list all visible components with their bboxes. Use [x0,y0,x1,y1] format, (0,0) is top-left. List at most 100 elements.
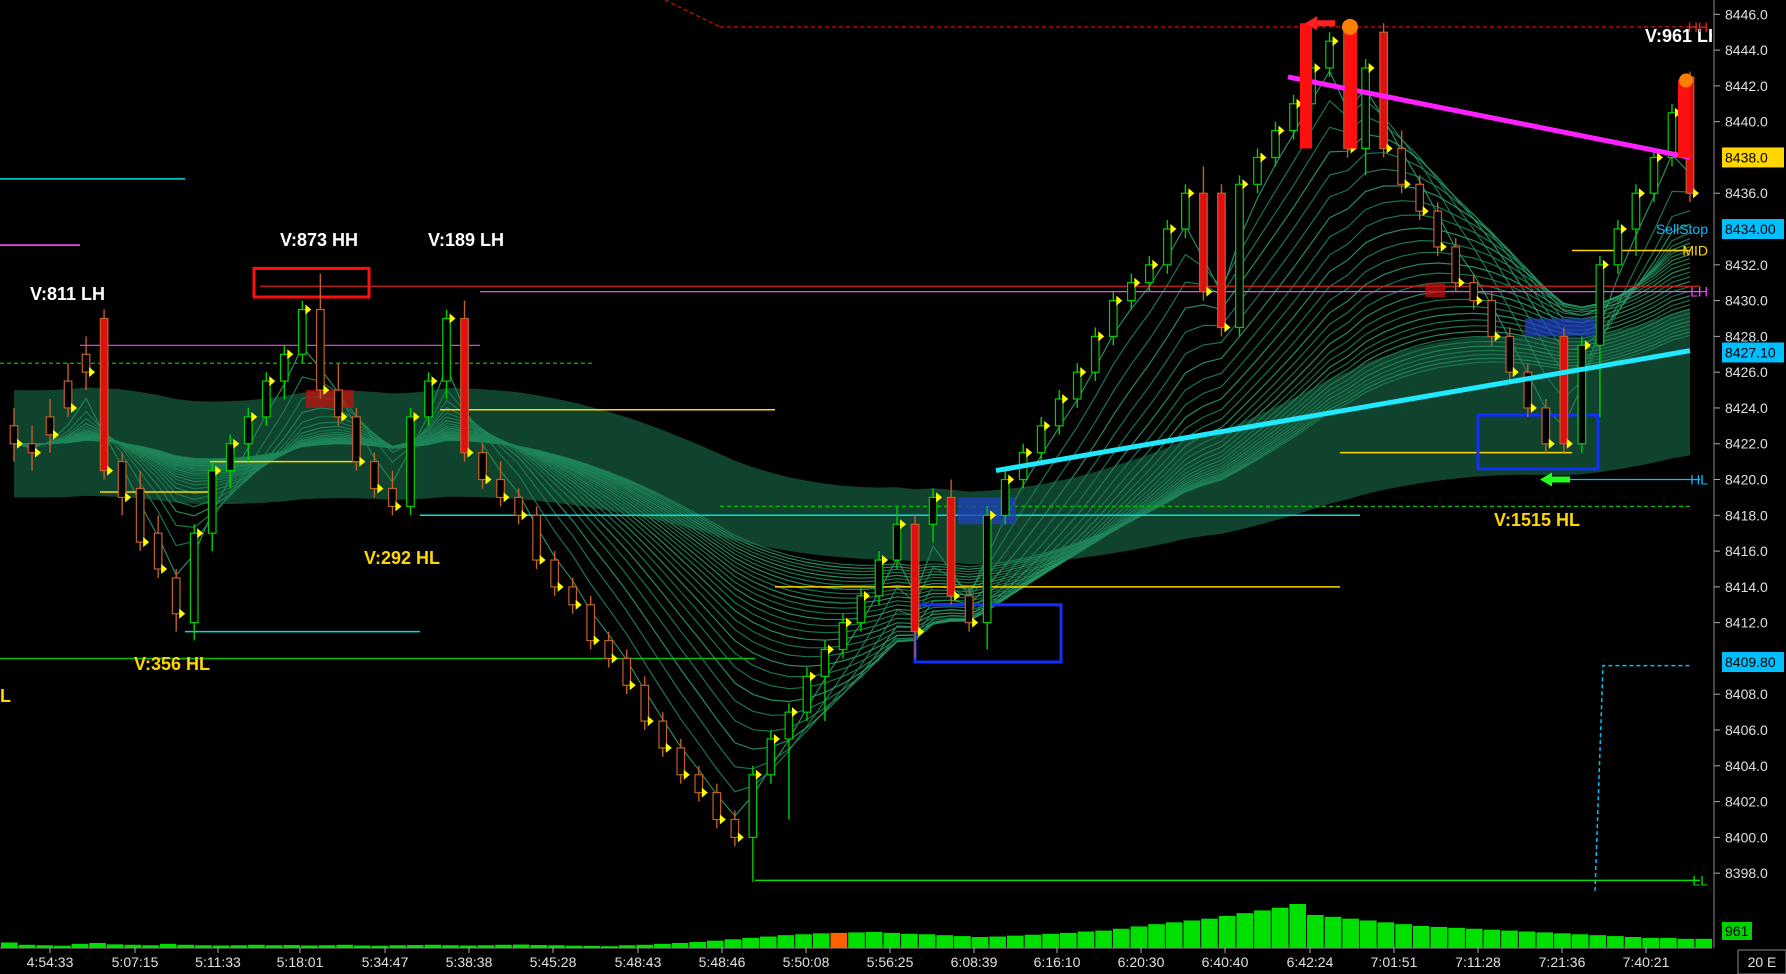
y-tick-label: 8418.0 [1725,507,1768,523]
candle-body [1361,67,1370,150]
candle-body [261,380,271,418]
volume-bar [1518,931,1536,948]
volume-bar [1536,932,1554,948]
x-tick-label: 5:56:25 [867,954,914,970]
candle-body [189,532,199,624]
volume-bar [1571,934,1589,948]
volume-bar [759,936,777,948]
volume-bar [936,935,954,948]
candle-body [135,487,145,543]
volume-bar [1024,934,1042,948]
candle-body [279,353,289,382]
time-axis[interactable]: 4:54:33 5:07:15 5:11:33 5:18:01 5:34:47 5:38:… [0,947,1712,974]
candle-body [514,496,523,516]
volume-bar [689,942,706,948]
volume-bar [918,934,936,948]
candle-body [874,559,884,597]
annotation-label: V:356 HL [134,654,210,674]
x-tick-label: 6:20:30 [1118,954,1165,970]
candle-body [334,389,343,418]
volume-bar [989,936,1007,948]
volume-bar [1395,924,1412,948]
candle-body [1325,40,1334,69]
right-spike-bar [1678,80,1690,158]
annotation-label: V:292 HL [364,548,440,568]
candle-body [1126,282,1136,302]
candle-body [388,487,397,507]
x-tick-label: 6:40:40 [1202,954,1249,970]
candle-body [424,380,433,418]
volume-bar [89,942,106,948]
volume-bar [971,937,989,948]
candle-body [1595,264,1605,346]
candle-body [676,747,686,776]
volume-bar [1077,931,1095,948]
level-label: MID [1682,242,1708,258]
candle-body [297,308,307,355]
hh-dot [1342,18,1358,35]
y-tick-label: 8426.0 [1725,364,1768,380]
candle-body [1271,130,1280,159]
candle-body [478,452,487,481]
right-dot [1679,73,1693,88]
candle-body [1469,282,1479,302]
candle-body [99,317,109,472]
volume-bar [901,933,918,948]
blue-zone-2 [1525,318,1595,337]
y-tick-label: 8416.0 [1725,543,1768,559]
price-tag-label: 8434.00 [1725,221,1776,237]
annotation-label: V:961 LH [1645,26,1721,46]
y-tick-label: 8444.0 [1725,42,1768,58]
y-tick-label: 8432.0 [1725,257,1768,273]
candle-body [1505,335,1515,373]
annotation-label: V:873 HH [280,230,358,250]
candle-body [964,595,974,624]
candle-body [243,416,253,445]
volume-bar [159,943,177,948]
volume-bar [1607,936,1624,948]
volume-bar [1360,920,1377,948]
candle-body [604,639,614,660]
volume-bar [777,935,795,948]
volume-bar [1201,918,1218,948]
volume-bar [1624,937,1642,948]
volume-bar [1307,915,1324,948]
volume-bar [1183,920,1201,948]
y-tick-label: 8424.0 [1725,400,1768,416]
candle-body [622,657,632,686]
candle-body [1451,246,1461,284]
candle-body [892,523,902,561]
volume-bar [848,932,865,948]
candle-body [1199,192,1208,293]
x-tick-label: 4:54:33 [27,954,74,970]
x-tick-label: 5:48:43 [615,954,662,970]
volume-bar [830,932,848,948]
footer-badge-label: 20 E [1748,954,1777,970]
volume-bar [1254,910,1271,948]
volume-bar [1236,913,1254,948]
volume-bar [724,939,742,948]
candle-body [171,577,181,615]
candle-body [63,380,73,409]
volume-bar [512,944,530,948]
candle-body [694,774,704,794]
candle-body [1217,192,1226,329]
candle-body [784,711,794,740]
candle-body [532,514,542,561]
x-tick-label: 7:21:36 [1539,954,1586,970]
candle-body [1397,147,1407,185]
y-tick-label: 8414.0 [1725,579,1768,595]
candle-body [406,416,415,507]
volume-bar [954,936,971,948]
volume-bar [1007,935,1024,948]
volume-bar [1430,926,1448,948]
volume-bar [1448,927,1465,948]
candle-body [1235,183,1244,329]
annotation-label: V:189 LH [428,230,504,250]
candle-body [1631,192,1641,230]
y-tick-label: 8430.0 [1725,293,1768,309]
price-chart[interactable]: V:873 HH V:189 LH V:811 LH V:961 LH V:292 HL… [0,0,1786,974]
y-tick-label: 8422.0 [1725,436,1768,452]
candle-body [820,648,830,677]
y-tick-label: 8428.0 [1725,328,1768,344]
